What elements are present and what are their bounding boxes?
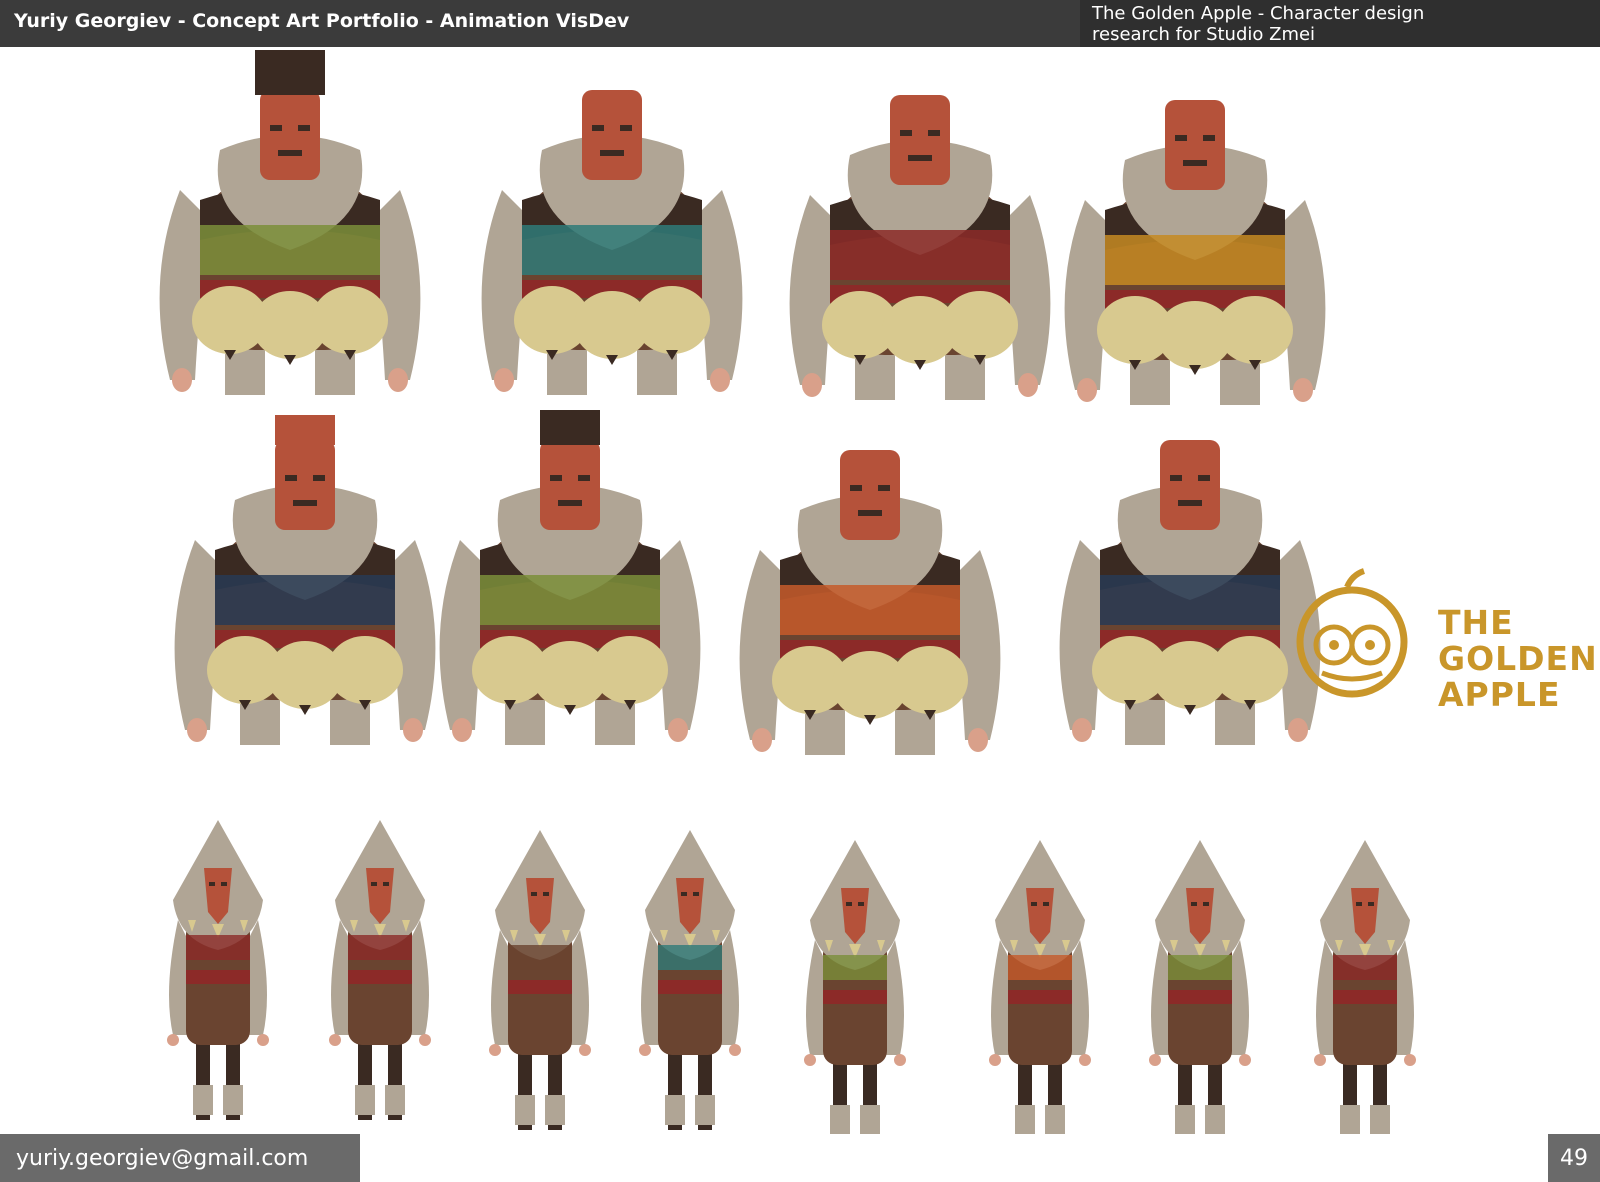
slide-caption: The Golden Apple - Character design rese… — [1092, 3, 1492, 45]
small-character-3 — [489, 830, 591, 1130]
small-character-5 — [804, 840, 906, 1134]
logo-line-1: THE — [1438, 603, 1514, 642]
caption-bar: The Golden Apple - Character design rese… — [1080, 0, 1600, 47]
small-character-6 — [989, 840, 1091, 1134]
contact-email[interactable]: yuriy.georgiev@gmail.com — [0, 1134, 360, 1182]
caption-line-2: research for Studio Zmei — [1092, 24, 1316, 45]
small-character-8 — [1314, 840, 1416, 1134]
header-bar: Yuriy Georgiev - Concept Art Portfolio -… — [0, 0, 1080, 47]
logo-line-3: APPLE — [1438, 675, 1561, 714]
small-character-1 — [167, 820, 269, 1120]
logo-line-2: GOLDEN — [1438, 639, 1598, 678]
caption-line-1: The Golden Apple - Character design — [1092, 3, 1425, 24]
small-character-7 — [1149, 840, 1251, 1134]
small-character-2 — [329, 820, 431, 1120]
page-number: 49 — [1548, 1134, 1600, 1182]
golden-apple-wordmark: THE GOLDEN APPLE — [1438, 603, 1598, 714]
character-lineup-illustration — [159, 50, 1416, 1134]
small-character-4 — [639, 830, 741, 1130]
portfolio-title: Yuriy Georgiev - Concept Art Portfolio -… — [14, 10, 630, 32]
